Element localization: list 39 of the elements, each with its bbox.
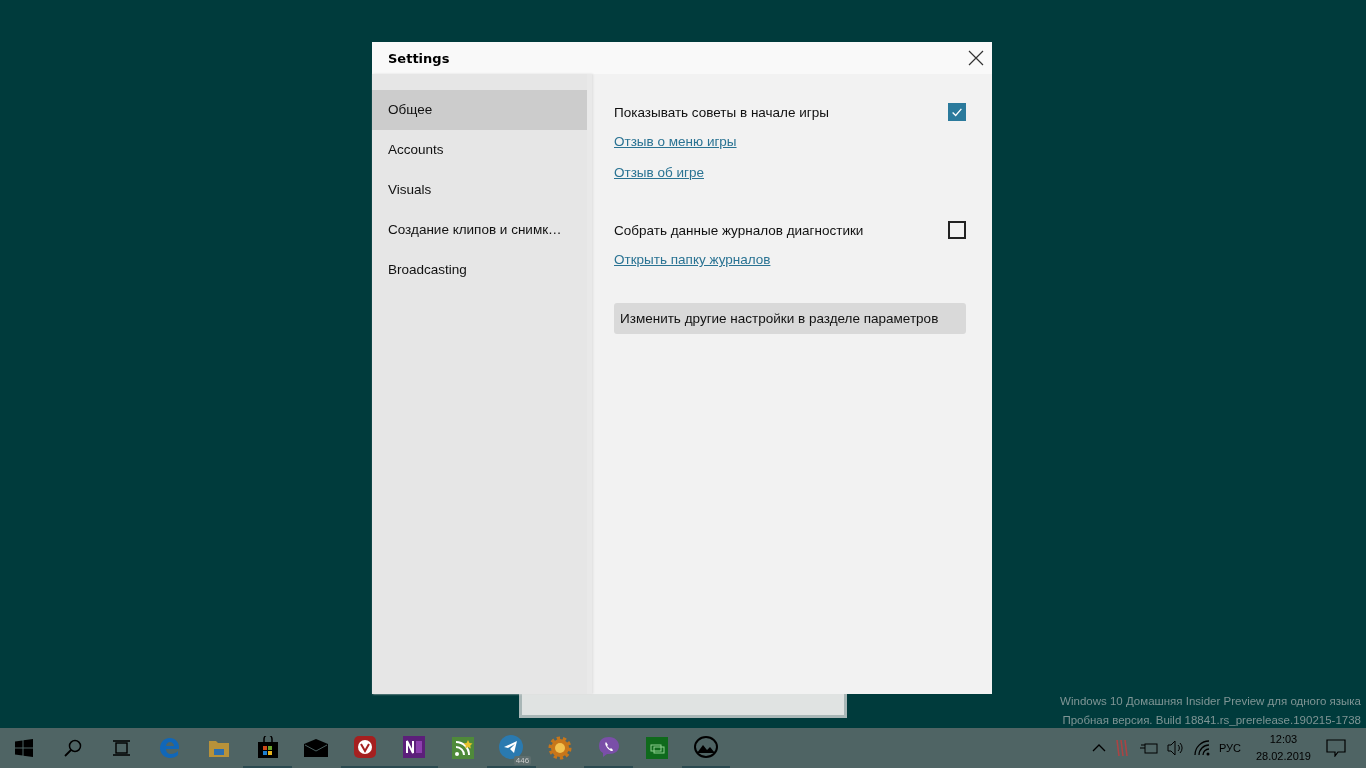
folder-icon — [208, 738, 231, 758]
task-view-icon — [112, 740, 131, 756]
setting-label: Собрать данные журналов диагностики — [614, 222, 864, 238]
sidebar-item[interactable]: Accounts — [372, 130, 587, 170]
battery-icon[interactable] — [1139, 741, 1158, 755]
checkbox[interactable] — [948, 221, 966, 239]
wifi-icon[interactable] — [1193, 740, 1210, 756]
link[interactable]: Отзыв об игре — [614, 165, 704, 180]
feed-icon — [451, 737, 474, 759]
volume-icon[interactable] — [1166, 740, 1185, 756]
app-icon — [646, 737, 669, 759]
envelope-icon — [304, 739, 329, 757]
taskbar-button[interactable]: 446 — [486, 728, 536, 768]
gear-icon — [547, 736, 572, 760]
build-info-text: Windows 10 Домашняя Insider Preview для одного языка — [1060, 694, 1361, 709]
setting-label: Показывать советы в начале игры — [614, 104, 829, 120]
unread-count: 446 — [513, 756, 532, 765]
paper-plane-icon — [499, 735, 524, 759]
sidebar-item[interactable]: Общее — [372, 90, 587, 130]
notebook-icon — [402, 736, 425, 758]
sidebar-item[interactable]: Создание клипов и снимк… — [372, 210, 587, 250]
link[interactable]: Открыть папку журналов — [614, 252, 771, 267]
close-icon — [968, 50, 984, 66]
build-info-text: Пробная версия. Build 18841.rs_prerelease.190215-1738 — [1062, 713, 1361, 728]
mountain-icon — [693, 736, 718, 758]
window-title: Settings — [388, 50, 450, 66]
chevron-up-icon[interactable] — [1091, 743, 1106, 753]
link[interactable]: Отзыв о меню игры — [614, 134, 737, 149]
v-logo-icon — [354, 736, 377, 758]
browser-icon — [159, 737, 182, 759]
windows-icon — [15, 739, 34, 757]
shopping-bag-icon — [256, 736, 279, 758]
sidebar-item[interactable]: Broadcasting — [372, 250, 587, 290]
search-icon — [64, 739, 83, 757]
settings-button[interactable]: Изменить другие настройки в разделе параметров — [614, 303, 966, 334]
phone-bubble-icon — [597, 736, 620, 758]
checkbox[interactable] — [948, 103, 966, 121]
notification-icon[interactable] — [1326, 739, 1346, 757]
sidebar-item[interactable]: Visuals — [372, 170, 587, 210]
